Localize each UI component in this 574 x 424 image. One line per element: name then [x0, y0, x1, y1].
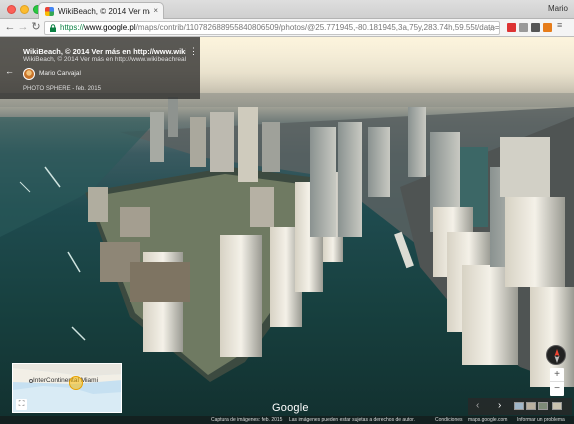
browser-toolbar: ← → ↻ https://www.google.pl/maps/contrib… — [0, 19, 574, 37]
photo-thumbnail[interactable] — [526, 402, 536, 410]
zoom-in-button[interactable]: + — [550, 368, 564, 382]
photo-thumbnail[interactable] — [538, 402, 548, 410]
photo-subtitle: WikiBeach, © 2014 Ver más en http://www.… — [23, 56, 186, 63]
browser-tab[interactable]: WikiBeach, © 2014 Ver más e... × — [38, 2, 164, 20]
map-footer: Captura de imágenes: feb. 2015 Las imáge… — [0, 416, 574, 424]
compass-icon[interactable] — [546, 345, 566, 365]
menu-icon[interactable]: ≡ — [557, 20, 566, 30]
reload-button[interactable]: ↻ — [29, 20, 43, 35]
report-problem-link[interactable]: Informar un problema — [517, 417, 565, 423]
photo-thumbnail[interactable] — [552, 402, 562, 410]
google-logo: Google — [272, 402, 309, 414]
tab-title: WikiBeach, © 2014 Ver más e... — [58, 7, 150, 16]
avatar[interactable] — [23, 68, 35, 80]
photo-title: WikiBeach, © 2014 Ver más en http://www.… — [23, 47, 186, 56]
photo-filmstrip: ‹ › — [468, 398, 572, 415]
extension-icon[interactable] — [531, 23, 540, 32]
close-window-button[interactable] — [7, 5, 16, 14]
next-photo-button[interactable]: › — [498, 400, 501, 411]
forward-button[interactable]: → — [16, 20, 30, 35]
maps-favicon-icon — [45, 7, 54, 16]
photo-sphere-date: PHOTO SPHERE - feb. 2015 — [23, 86, 101, 92]
minimap-label: InterContinental Miami — [33, 377, 99, 384]
capture-date: Captura de imágenes: feb. 2015 — [211, 417, 283, 423]
photo-thumbnail[interactable] — [514, 402, 524, 410]
terms-link[interactable]: Condiciones — [435, 417, 463, 423]
expand-map-icon[interactable]: ⛶ — [16, 399, 27, 410]
back-button[interactable]: ← — [3, 20, 17, 35]
address-bar[interactable]: https://www.google.pl/maps/contrib/11078… — [44, 21, 500, 35]
viewpoint-marker-icon — [69, 376, 83, 390]
tab-close-icon[interactable]: × — [153, 6, 158, 15]
site-link[interactable]: maps.google.com — [468, 417, 507, 423]
lock-icon — [50, 24, 56, 32]
zoom-out-button[interactable]: − — [550, 382, 564, 396]
url-path: /maps/contrib/110782688955840806509/phot… — [135, 23, 500, 32]
url-scheme: https:// — [60, 23, 85, 32]
extension-icon[interactable] — [543, 23, 552, 32]
more-options-icon[interactable]: ⋮ — [189, 47, 198, 56]
minimap-land — [13, 364, 121, 412]
url-text: https://www.google.pl/maps/contrib/11078… — [60, 22, 500, 34]
extension-icon[interactable] — [519, 23, 528, 32]
url-host: www.google.pl — [84, 23, 136, 32]
profile-name[interactable]: Mario — [548, 4, 568, 13]
zoom-control: + − — [550, 368, 564, 396]
author-name[interactable]: Mario Carvajal — [39, 70, 81, 77]
copyright-notice: Las imágenes pueden estar sujetas a dere… — [289, 417, 415, 423]
minimize-window-button[interactable] — [20, 5, 29, 14]
bookmark-star-icon[interactable]: ☆ — [488, 22, 496, 34]
previous-photo-button[interactable]: ‹ — [476, 400, 479, 411]
window-titlebar: WikiBeach, © 2014 Ver más e... × Mario — [0, 0, 574, 20]
extension-icon[interactable] — [507, 23, 516, 32]
back-arrow-icon[interactable]: ← — [5, 66, 14, 76]
compass-needle-icon — [554, 349, 560, 363]
minimap[interactable]: InterContinental Miami ⛶ — [12, 363, 122, 413]
